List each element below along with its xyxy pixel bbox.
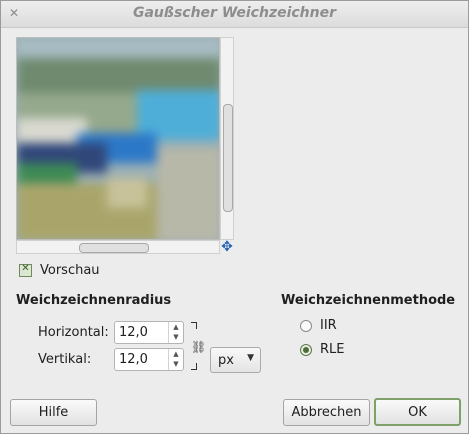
move-arrows-icon[interactable]: ✥ [220, 240, 234, 254]
vertical-spin-arrows[interactable]: ▲ ▼ [168, 349, 183, 370]
method-option-rle[interactable]: RLE [300, 342, 345, 357]
chain-link-icon[interactable]: ⛓ [191, 338, 206, 356]
unit-dropdown[interactable]: px ▼ [210, 347, 261, 373]
horizontal-label: Horizontal: [38, 325, 109, 340]
preview-checkbox[interactable] [19, 263, 32, 277]
window-title: Gaußscher Weichzeichner [132, 5, 337, 21]
preview-vertical-scrollbar[interactable] [220, 37, 234, 240]
gaussian-blur-dialog: ✕ Gaußscher Weichzeichner ✥ Vorschau Wei… [0, 0, 469, 434]
horizontal-spin-arrows[interactable]: ▲ ▼ [168, 322, 183, 343]
horizontal-scroll-thumb[interactable] [79, 243, 149, 253]
horizontal-spinbutton[interactable]: ▲ ▼ [114, 321, 184, 344]
increment-arrow-icon[interactable]: ▲ [169, 322, 183, 332]
method-section-title: Weichzeichnenmethode [281, 293, 456, 308]
vertical-input[interactable] [117, 351, 171, 368]
chain-bracket-top [191, 322, 197, 329]
title-bar: ✕ Gaußscher Weichzeichner [1, 1, 468, 28]
chevron-down-icon: ▼ [247, 353, 254, 363]
preview-image[interactable] [16, 37, 220, 240]
increment-arrow-icon[interactable]: ▲ [169, 349, 183, 359]
radio-rle-label: RLE [320, 342, 345, 357]
method-option-iir[interactable]: IIR [300, 318, 337, 333]
preview-label: Vorschau [40, 263, 100, 278]
radio-iir[interactable] [300, 319, 312, 332]
radio-rle[interactable] [300, 343, 312, 356]
decrement-arrow-icon[interactable]: ▼ [169, 332, 183, 342]
help-button[interactable]: Hilfe [10, 399, 97, 426]
vertical-label: Vertikal: [38, 352, 92, 367]
ok-button[interactable]: OK [374, 398, 461, 426]
vertical-scroll-thumb[interactable] [223, 104, 233, 212]
preview-horizontal-scrollbar[interactable] [16, 240, 220, 254]
radius-section-title: Weichzeichnenradius [16, 293, 172, 308]
blurred-preview-picture [17, 38, 219, 239]
horizontal-input[interactable] [117, 324, 171, 341]
decrement-arrow-icon[interactable]: ▼ [169, 359, 183, 369]
vertical-spinbutton[interactable]: ▲ ▼ [114, 348, 184, 371]
cancel-button[interactable]: Abbrechen [283, 399, 370, 426]
preview-toggle[interactable]: Vorschau [19, 263, 100, 278]
chain-bracket-bottom [191, 363, 197, 370]
radio-iir-label: IIR [320, 318, 337, 333]
chain-link-toggle[interactable]: ⛓ [191, 322, 206, 370]
unit-value: px [218, 353, 234, 368]
